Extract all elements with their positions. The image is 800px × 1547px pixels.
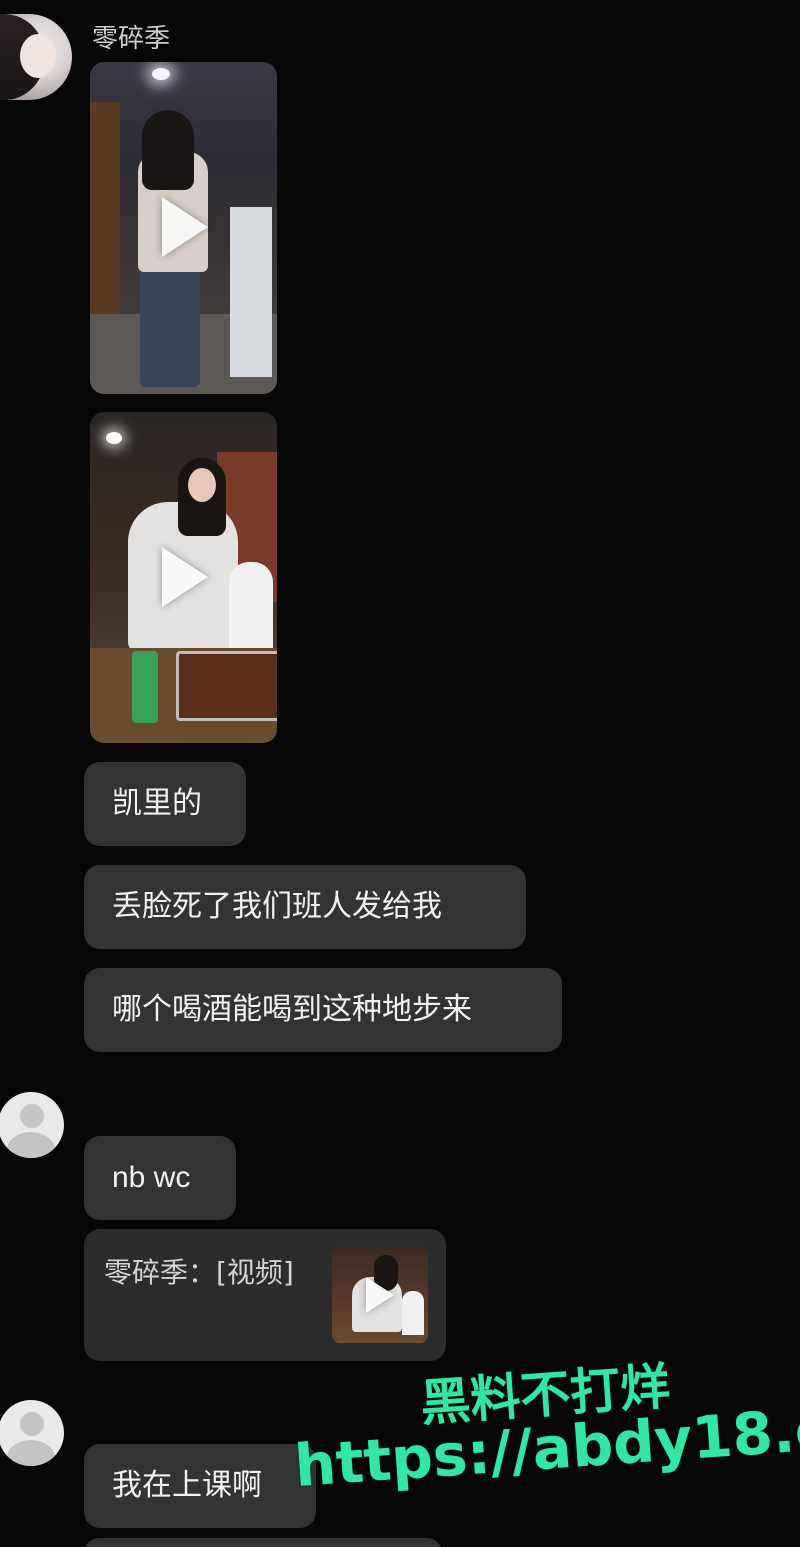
message-bubble[interactable]: 丢脸死了我们班人发给我	[84, 865, 526, 949]
quote-video-thumbnail[interactable]	[332, 1247, 428, 1343]
default-avatar-icon[interactable]	[0, 1092, 64, 1158]
scene-person-legs	[140, 262, 200, 387]
message-bubble-partial[interactable]	[84, 1538, 442, 1547]
message-bubble[interactable]: 哪个喝酒能喝到这种地步来	[84, 968, 562, 1052]
avatar-body	[7, 1132, 55, 1158]
scene-person-face	[188, 468, 216, 502]
avatar-body	[7, 1440, 55, 1466]
message-bubble[interactable]: 凯里的	[84, 762, 246, 846]
play-icon[interactable]	[162, 547, 208, 607]
message-bubble[interactable]: nb wc	[84, 1136, 236, 1220]
default-avatar-icon[interactable]	[0, 1400, 64, 1466]
video-message-1[interactable]	[90, 62, 277, 394]
scene-lamp	[106, 432, 122, 444]
scene-lamp	[152, 68, 170, 80]
scene-can	[132, 651, 158, 723]
sender-avatar[interactable]	[0, 14, 72, 100]
avatar-head	[20, 1104, 44, 1128]
sender-name: 零碎季	[92, 24, 171, 54]
message-bubble[interactable]: 我在上课啊	[84, 1444, 316, 1528]
scene-man	[402, 1291, 424, 1335]
avatar-head	[20, 1412, 44, 1436]
video-message-2[interactable]	[90, 412, 277, 743]
quoted-message[interactable]: 零碎季：[视频]	[84, 1229, 446, 1361]
chat-screen: 零碎季 凯里的 丢脸死了我们班人发给我 哪个喝酒能喝到这种地步来 nb wc 零…	[0, 0, 800, 1547]
scene-tray	[176, 651, 277, 721]
scene-fridge	[230, 207, 272, 377]
play-icon[interactable]	[162, 197, 208, 257]
play-icon[interactable]	[366, 1277, 394, 1313]
scene-person-hair	[142, 110, 194, 190]
scene-man	[229, 562, 273, 652]
quote-text: 零碎季：[视频]	[104, 1256, 294, 1289]
scene-wall	[90, 102, 120, 322]
avatar-face	[20, 34, 56, 78]
